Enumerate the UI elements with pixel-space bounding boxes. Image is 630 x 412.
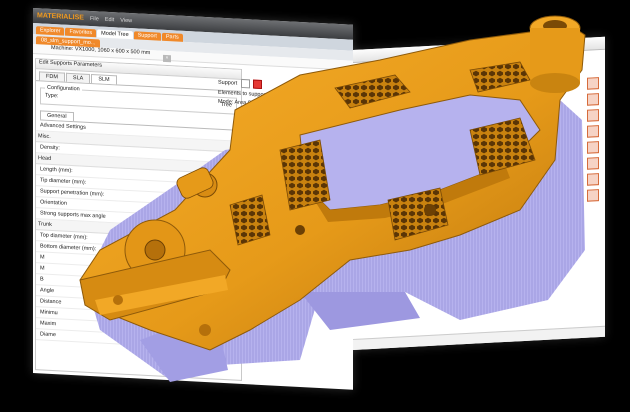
3d-part-render	[79, 15, 586, 382]
screenshot-stage: MATERIALISE File Edit View Explorer Favo…	[0, 0, 630, 412]
